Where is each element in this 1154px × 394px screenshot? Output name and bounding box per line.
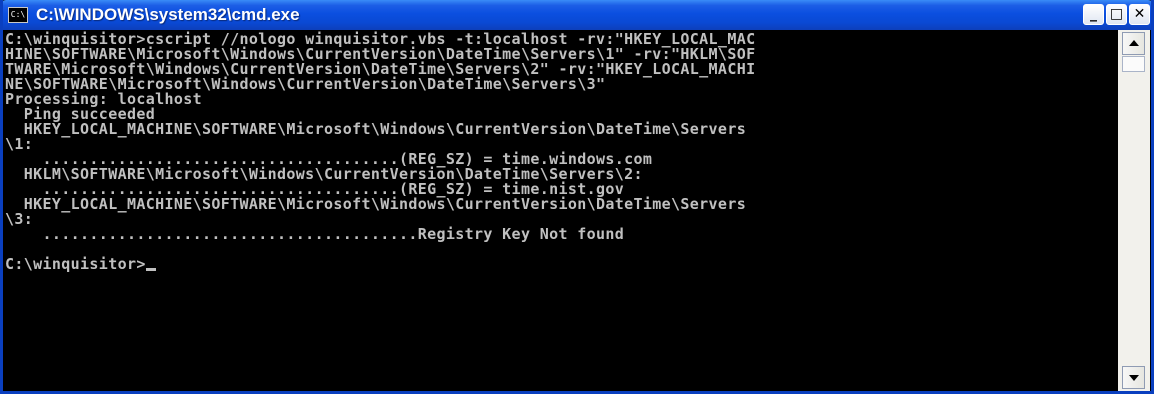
maximize-icon: □ <box>1109 6 1124 22</box>
scroll-up-arrow-icon <box>1129 40 1139 46</box>
scroll-down-arrow-icon <box>1129 375 1139 381</box>
console-prompt: C:\winquisitor> <box>5 255 146 273</box>
title-bar[interactable]: C:\ C:\WINDOWS\system32\cmd.exe _ □ ✕ <box>3 0 1151 30</box>
minimize-button[interactable]: _ <box>1083 4 1104 25</box>
scroll-up-button[interactable] <box>1122 32 1145 55</box>
minimize-icon: _ <box>1090 6 1097 22</box>
console-prompt-line[interactable]: C:\winquisitor> <box>5 257 156 272</box>
close-icon: ✕ <box>1133 6 1146 22</box>
console-line: HKEY_LOCAL_MACHINE\SOFTWARE\Microsoft\Wi… <box>5 120 747 138</box>
close-button[interactable]: ✕ <box>1129 4 1150 25</box>
console-line: ........................................… <box>5 225 625 243</box>
cmd-window: C:\ C:\WINDOWS\system32\cmd.exe _ □ ✕ C:… <box>0 0 1154 394</box>
text-cursor <box>145 268 156 271</box>
scrollbar-thumb[interactable] <box>1122 56 1145 72</box>
console-output[interactable]: C:\winquisitor>cscript //nologo winquisi… <box>3 30 1115 391</box>
maximize-button[interactable]: □ <box>1106 4 1127 25</box>
scroll-down-button[interactable] <box>1122 366 1145 389</box>
console-line: HKEY_LOCAL_MACHINE\SOFTWARE\Microsoft\Wi… <box>5 195 747 213</box>
vertical-scrollbar[interactable] <box>1118 30 1150 391</box>
window-title: C:\WINDOWS\system32\cmd.exe <box>36 5 300 24</box>
cmd-window-icon[interactable]: C:\ <box>8 7 28 23</box>
